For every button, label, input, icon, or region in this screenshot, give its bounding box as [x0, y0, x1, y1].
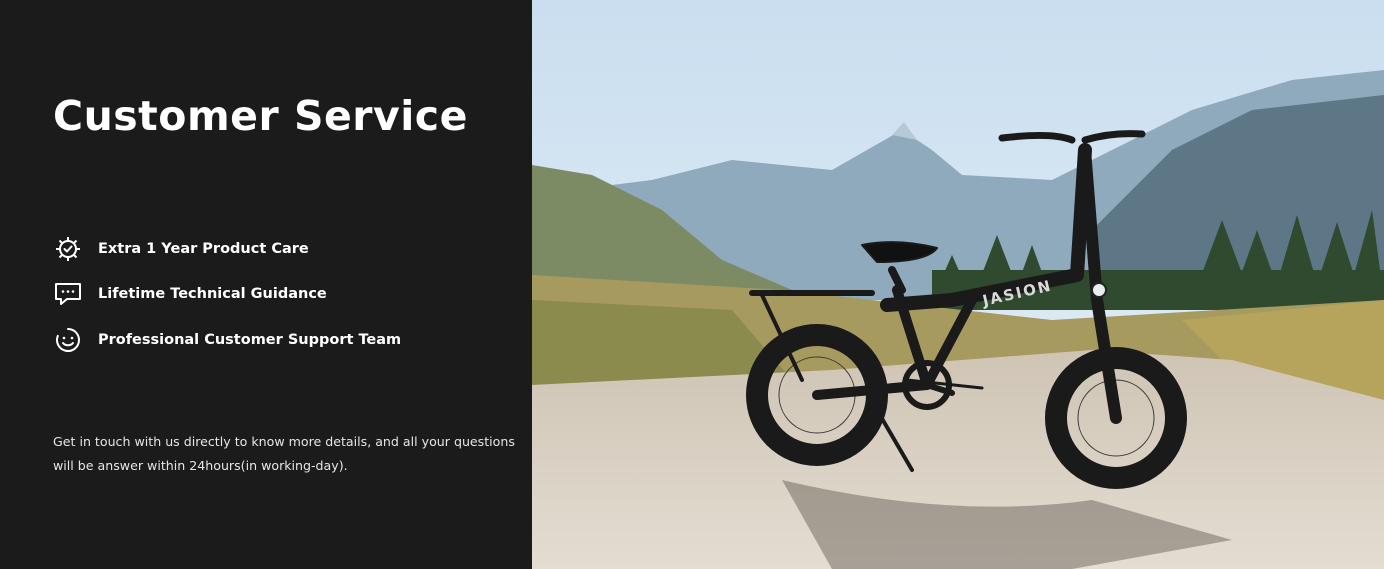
headlight — [1091, 282, 1107, 298]
page-title: Customer Service — [53, 92, 468, 140]
chat-bubble-icon — [52, 278, 84, 310]
gear-check-icon — [52, 233, 84, 265]
customer-service-banner: Customer Service Extra 1 Year Product Ca… — [0, 0, 1384, 569]
ebike-photo: JASION — [532, 0, 1384, 569]
feature-label: Lifetime Technical Guidance — [98, 286, 327, 303]
feature-label: Extra 1 Year Product Care — [98, 240, 309, 257]
feature-item-support-team: Professional Customer Support Team — [52, 317, 401, 363]
feature-item-technical-guidance: Lifetime Technical Guidance — [52, 272, 401, 318]
feature-list: Extra 1 Year Product Care Lifetime Techn… — [52, 226, 401, 363]
feature-label: Professional Customer Support Team — [98, 331, 402, 348]
smiley-support-icon — [52, 324, 84, 356]
description-text: Get in touch with us directly to know mo… — [53, 434, 515, 473]
info-panel: Customer Service Extra 1 Year Product Ca… — [0, 0, 532, 569]
feature-item-product-care: Extra 1 Year Product Care — [52, 226, 401, 272]
